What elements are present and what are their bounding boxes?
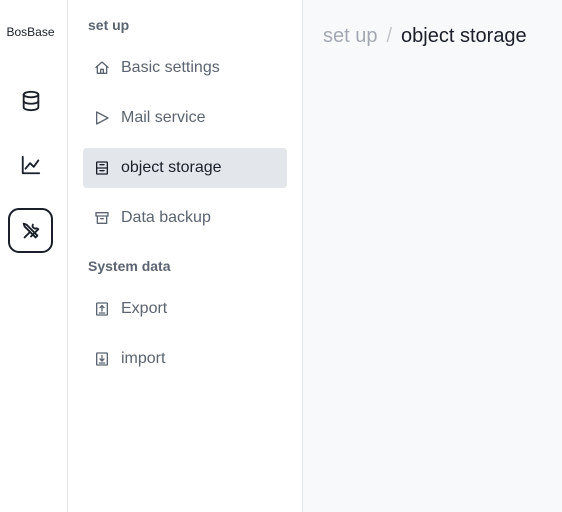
sidebar-item-label: object storage <box>121 159 222 176</box>
section-title-system-data: System data <box>88 258 171 274</box>
sidebar-item-label: Export <box>121 300 168 317</box>
sidebar-item-data-backup[interactable]: Data backup <box>83 198 287 238</box>
sidebar-item-object-storage[interactable]: object storage <box>83 148 287 188</box>
brand-logo[interactable]: BosBase <box>0 25 61 39</box>
settings-sidebar: set up Basic settings Mail service objec… <box>68 0 303 512</box>
breadcrumb-parent-link[interactable]: set up <box>323 25 377 47</box>
page-title: object storage <box>401 25 527 47</box>
sidebar-item-label: Data backup <box>121 209 211 226</box>
chart-line-icon <box>21 155 40 174</box>
archive-icon <box>93 209 111 227</box>
sidebar-item-import[interactable]: import <box>83 339 287 379</box>
icon-rail: BosBase <box>0 0 68 512</box>
rail-collections-button[interactable] <box>8 78 53 123</box>
sidebar-item-label: Basic settings <box>121 59 220 76</box>
home-icon <box>93 59 111 77</box>
hard-drive-icon <box>93 159 111 177</box>
breadcrumb-separator: / <box>386 25 393 47</box>
database-icon <box>22 90 39 111</box>
send-icon <box>93 109 111 127</box>
rail-logs-button[interactable] <box>8 142 53 187</box>
sidebar-item-label: import <box>121 350 166 367</box>
import-icon <box>93 350 111 368</box>
export-icon <box>93 300 111 318</box>
sidebar-item-export[interactable]: Export <box>83 289 287 329</box>
main-content: set up / object storage <box>303 0 562 512</box>
sidebar-item-label: Mail service <box>121 109 206 126</box>
sidebar-item-mail-service[interactable]: Mail service <box>83 98 287 138</box>
section-title-setup: set up <box>88 17 130 33</box>
app-root: BosBase set up Basic settings Mail servi… <box>0 0 562 512</box>
rail-settings-button[interactable] <box>8 208 53 253</box>
tools-icon <box>22 222 39 238</box>
breadcrumb: set up / object storage <box>323 25 527 48</box>
sidebar-item-basic-settings[interactable]: Basic settings <box>83 48 287 88</box>
